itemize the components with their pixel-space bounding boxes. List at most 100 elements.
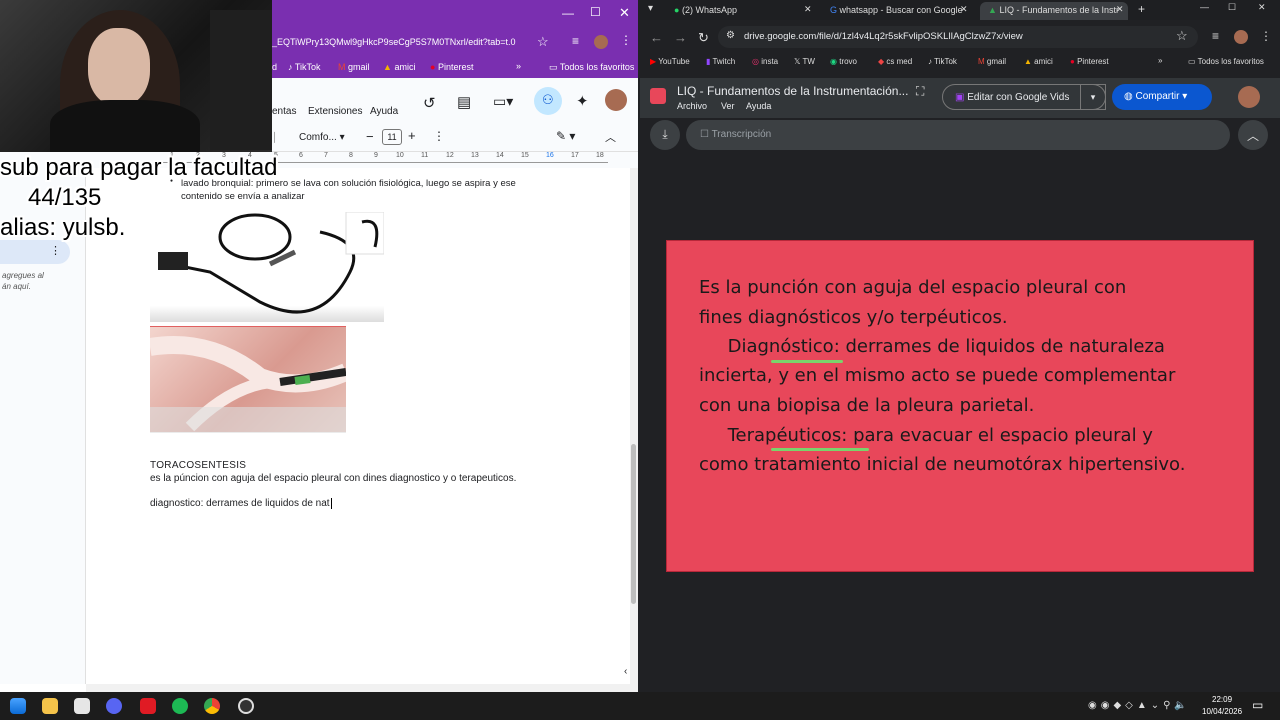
- account-avatar[interactable]: [1238, 86, 1260, 108]
- taskbar: ◉◉◆◇▲⌄⚲🔈 22:09 10/04/2026 ▭: [0, 692, 1280, 720]
- forward-icon[interactable]: →: [674, 30, 687, 45]
- close-tab-icon[interactable]: ✕: [1116, 4, 1124, 15]
- clock-time[interactable]: 22:09: [1212, 695, 1232, 704]
- bookmark-tiktok[interactable]: ♪ TikTok: [928, 57, 957, 66]
- file-explorer-icon[interactable]: [42, 698, 58, 714]
- font-size-input[interactable]: 11: [382, 129, 402, 145]
- chevron-left-icon[interactable]: ‹: [624, 666, 627, 677]
- gemini-icon[interactable]: ✦: [576, 92, 589, 110]
- maximize-icon[interactable]: ☐: [1228, 2, 1236, 13]
- bookmark-tw[interactable]: 𝕏 TW: [794, 57, 815, 66]
- download-icon[interactable]: ⤓: [650, 120, 680, 150]
- scrollbar[interactable]: ‹: [624, 168, 638, 684]
- bookmark-insta[interactable]: ◎ insta: [752, 57, 778, 66]
- all-bookmarks[interactable]: ▭ Todos los favoritos: [549, 62, 634, 73]
- meet-icon[interactable]: ▭▾: [493, 93, 513, 110]
- more-icon[interactable]: ⋮: [620, 33, 632, 47]
- right-bookmarks-bar: ▶ YouTube ▮ Twitch ◎ insta 𝕏 TW ◉ trovo …: [640, 54, 1280, 70]
- transcript-field[interactable]: ☐ Transcripción: [686, 120, 1230, 150]
- chevron-more-icon[interactable]: »: [516, 61, 521, 71]
- drive-url[interactable]: drive.google.com/file/d/1zl4v4Lq2r5skFvl…: [744, 31, 1023, 42]
- reload-icon[interactable]: ↻: [698, 30, 709, 46]
- all-bookmarks[interactable]: ▭ Todos los favoritos: [1188, 57, 1264, 66]
- edit-mode-icon[interactable]: ✎ ▾: [556, 129, 575, 143]
- h-scrollbar[interactable]: [86, 684, 638, 692]
- bookmark-twitch[interactable]: ▮ Twitch: [706, 57, 735, 66]
- new-tab-icon[interactable]: +: [1138, 2, 1145, 16]
- increase-size-button[interactable]: +: [408, 128, 416, 143]
- tab-options-icon[interactable]: ⋮: [50, 244, 61, 257]
- tab-google-search[interactable]: G whatsapp - Buscar con Google: [822, 2, 978, 20]
- bronchial-illustration[interactable]: [148, 326, 350, 433]
- close-window-icon[interactable]: ✕: [1258, 2, 1266, 13]
- bookmark-partial[interactable]: d: [272, 62, 277, 72]
- decrease-size-button[interactable]: −: [366, 129, 374, 144]
- bookmark-gmail[interactable]: M gmail: [978, 57, 1006, 66]
- spotify-icon[interactable]: [172, 698, 188, 714]
- font-select[interactable]: Comfo... ▾: [299, 132, 345, 143]
- minimize-icon[interactable]: —: [1200, 2, 1209, 12]
- tab-whatsapp[interactable]: ● (2) WhatsApp: [666, 2, 816, 20]
- chrome-icon[interactable]: [204, 698, 220, 714]
- drive-app-bar: LIQ - Fundamentos de la Instrumentación.…: [640, 78, 1280, 118]
- transcript-bar: ⤓ ☐ Transcripción ︿: [640, 118, 1280, 150]
- menu-ayuda[interactable]: Ayuda: [370, 106, 398, 117]
- bookmark-csmed[interactable]: ◆ cs med: [878, 57, 912, 66]
- close-tab-icon[interactable]: ✕: [960, 4, 968, 15]
- minimize-icon[interactable]: —: [562, 6, 574, 20]
- menu-archivo[interactable]: Archivo: [677, 101, 707, 111]
- tab-liq-active[interactable]: ▲ LIQ - Fundamentos de la Instr: [980, 2, 1128, 20]
- windows-start-icon[interactable]: [10, 698, 26, 714]
- star-icon[interactable]: ☆: [537, 34, 549, 50]
- notification-icon[interactable]: ▭: [1252, 698, 1263, 712]
- offline-icon[interactable]: ⛶: [916, 84, 924, 99]
- tray-icons[interactable]: ◉◉◆◇▲⌄⚲🔈: [1088, 700, 1191, 711]
- collapse-icon[interactable]: ︿: [1238, 120, 1268, 150]
- tab-menu-icon[interactable]: ▾: [648, 3, 653, 14]
- bookmark-gmail[interactable]: M gmail: [338, 62, 370, 72]
- slide-line: con una biopisa de la pleura parietal.: [699, 395, 1035, 416]
- omnibox[interactable]: ⚙ drive.google.com/file/d/1zl4v4Lq2r5skF…: [718, 26, 1198, 48]
- close-tab-icon[interactable]: ✕: [804, 4, 812, 15]
- account-avatar[interactable]: [605, 89, 627, 111]
- menu-partial[interactable]: entas: [272, 106, 296, 117]
- menu-ver[interactable]: Ver: [721, 101, 735, 111]
- chevron-more-icon[interactable]: »: [1158, 56, 1162, 65]
- bronchoscope-image[interactable]: [150, 211, 385, 322]
- collapse-icon[interactable]: ︿: [605, 129, 616, 145]
- menu-ayuda[interactable]: Ayuda: [746, 101, 771, 111]
- history-icon[interactable]: ↺: [423, 94, 436, 112]
- maximize-icon[interactable]: ☐: [590, 5, 601, 19]
- bookmark-pinterest[interactable]: ● Pinterest: [430, 62, 473, 72]
- tabs-icon[interactable]: ≡: [1212, 29, 1219, 43]
- doc-heading: TORACOSENTESIS: [150, 460, 247, 471]
- more-icon[interactable]: ⋮: [1260, 29, 1272, 43]
- right-address-bar: ← → ↻ ⚙ drive.google.com/file/d/1zl4v4Lq…: [640, 26, 1280, 50]
- bookmark-tiktok[interactable]: ♪ TikTok: [288, 62, 321, 72]
- avatar[interactable]: [594, 35, 608, 49]
- bookmark-youtube[interactable]: ▶ YouTube: [650, 57, 690, 66]
- doc-page[interactable]: ● lavado bronquial: primero se lava con …: [86, 168, 616, 684]
- slide-preview[interactable]: Es la punción con aguja del espacio pleu…: [666, 240, 1254, 572]
- close-icon[interactable]: ✕: [619, 5, 630, 21]
- edit-dropdown-button[interactable]: ▾: [1080, 84, 1106, 110]
- clock-date[interactable]: 10/04/2026: [1202, 707, 1242, 716]
- comment-icon[interactable]: ▤: [457, 93, 471, 111]
- bookmark-trovo[interactable]: ◉ trovo: [830, 57, 857, 66]
- menu-extensiones[interactable]: Extensiones: [308, 106, 362, 117]
- url-text[interactable]: _EQTiWPry13QMwl9gHkcP9seCgP5S7M0TNxrl/ed…: [272, 37, 516, 47]
- tabs-icon[interactable]: ≡: [572, 34, 579, 48]
- discord-icon[interactable]: [106, 698, 122, 714]
- obs-icon[interactable]: [238, 698, 254, 714]
- back-icon[interactable]: ←: [650, 30, 663, 45]
- share-button[interactable]: ◍ Compartir ▾: [1112, 84, 1212, 110]
- site-info-icon[interactable]: ⚙: [726, 30, 735, 41]
- star-icon[interactable]: ☆: [1176, 28, 1188, 44]
- bookmark-pinterest[interactable]: ● Pinterest: [1070, 57, 1109, 66]
- bookmark-amici[interactable]: ▲ amici: [383, 62, 415, 72]
- more-tools-icon[interactable]: ⋮: [433, 129, 445, 143]
- bookmark-amici[interactable]: ▲ amici: [1024, 57, 1053, 66]
- app-icon[interactable]: [140, 698, 156, 714]
- avatar[interactable]: [1234, 30, 1248, 44]
- notepad-icon[interactable]: [74, 698, 90, 714]
